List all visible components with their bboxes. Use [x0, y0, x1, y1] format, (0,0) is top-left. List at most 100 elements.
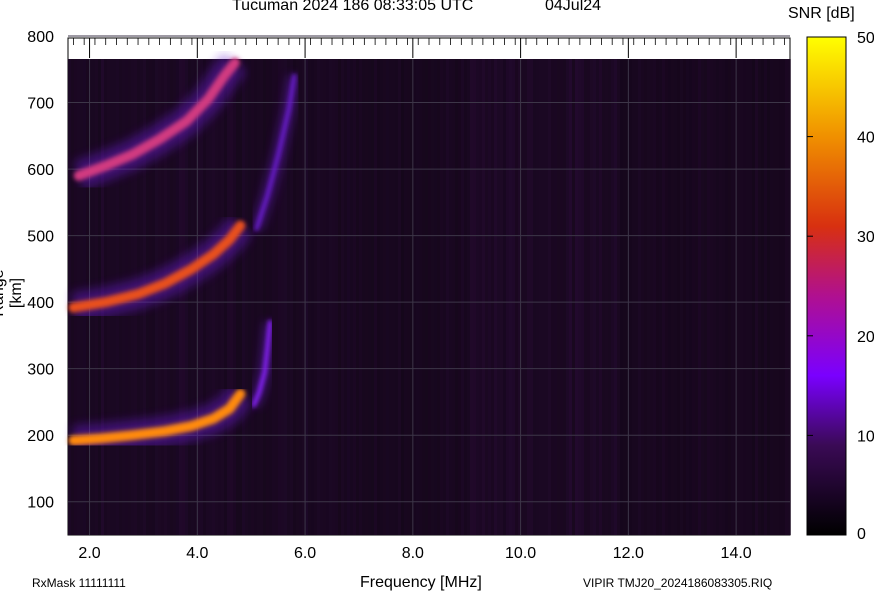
noise-column [767, 59, 770, 535]
noise-column [563, 59, 566, 535]
ionogram-chart: 2.0 4.0 6.0 8.0 10.0 12.0 14.0 100200300400500… [27, 29, 874, 562]
noise-column [740, 59, 743, 535]
noise-column [539, 59, 542, 535]
noise-column [257, 59, 260, 535]
noise-column [725, 59, 728, 535]
noise-column [200, 59, 203, 535]
noise-column [494, 59, 497, 535]
noise-column [572, 59, 575, 535]
noise-column [320, 59, 323, 535]
noise-column [746, 59, 749, 535]
noise-column [662, 59, 665, 535]
noise-column [548, 59, 551, 535]
noise-column [482, 59, 485, 535]
x-tick-label: 8.0 [402, 545, 424, 562]
noise-column [545, 59, 548, 535]
noise-column [635, 59, 638, 535]
noise-column [743, 59, 746, 535]
x-tick-label: 14.0 [721, 545, 752, 562]
x-tick-label: 12.0 [613, 545, 644, 562]
noise-column [308, 59, 311, 535]
noise-column [719, 59, 722, 535]
noise-column [602, 59, 605, 535]
noise-column [707, 59, 710, 535]
noise-column [404, 59, 407, 535]
x-tick-label: 4.0 [186, 545, 208, 562]
noise-column [731, 59, 734, 535]
noise-column [344, 59, 347, 535]
noise-column [248, 59, 251, 535]
noise-column [632, 59, 635, 535]
noise-column [224, 59, 227, 535]
noise-column [641, 59, 644, 535]
noise-column [368, 59, 371, 535]
noise-column [509, 59, 512, 535]
noise-column [356, 59, 359, 535]
noise-column [335, 59, 338, 535]
noise-column [527, 59, 530, 535]
noise-column [497, 59, 500, 535]
noise-column [644, 59, 647, 535]
noise-column [542, 59, 545, 535]
y-tick-label: 100 [27, 495, 54, 512]
noise-column [581, 59, 584, 535]
noise-column [698, 59, 701, 535]
noise-column [710, 59, 713, 535]
y-tick-label: 700 [27, 96, 54, 113]
noise-column [362, 59, 365, 535]
noise-column [233, 59, 236, 535]
noise-column [515, 59, 518, 535]
noise-column [323, 59, 326, 535]
noise-column [449, 59, 452, 535]
colorbar-tick-label: 0 [857, 526, 866, 543]
noise-column [251, 59, 254, 535]
colorbar-tick-label: 40 [857, 130, 874, 147]
noise-column [269, 59, 272, 535]
x-tick-label: 6.0 [294, 545, 316, 562]
noise-column [554, 59, 557, 535]
x-tick-label: 2.0 [78, 545, 100, 562]
noise-column [530, 59, 533, 535]
noise-column [464, 59, 467, 535]
noise-column [752, 59, 755, 535]
noise-column [314, 59, 317, 535]
noise-column [296, 59, 299, 535]
noise-column [617, 59, 620, 535]
noise-column [653, 59, 656, 535]
noise-column [677, 59, 680, 535]
noise-column [458, 59, 461, 535]
noise-column [236, 59, 239, 535]
noise-column [440, 59, 443, 535]
noise-column [359, 59, 362, 535]
noise-column [437, 59, 440, 535]
noise-column [557, 59, 560, 535]
noise-column [674, 59, 677, 535]
noise-column [203, 59, 206, 535]
y-tick-label: 300 [27, 362, 54, 379]
noise-column [524, 59, 527, 535]
noise-column [392, 59, 395, 535]
y-tick-label: 500 [27, 229, 54, 246]
noise-column [749, 59, 752, 535]
noise-column [605, 59, 608, 535]
noise-column [419, 59, 422, 535]
noise-column [659, 59, 662, 535]
noise-column [776, 59, 779, 535]
noise-column [671, 59, 674, 535]
noise-column [389, 59, 392, 535]
noise-column [290, 59, 293, 535]
colorbar-tick-label: 50 [857, 30, 874, 47]
noise-column [692, 59, 695, 535]
noise-column [479, 59, 482, 535]
noise-column [374, 59, 377, 535]
noise-column [590, 59, 593, 535]
noise-column [329, 59, 332, 535]
noise-column [596, 59, 599, 535]
noise-column [293, 59, 296, 535]
noise-column [461, 59, 464, 535]
noise-column [485, 59, 488, 535]
noise-column [365, 59, 368, 535]
noise-column [689, 59, 692, 535]
noise-column [608, 59, 611, 535]
noise-column [758, 59, 761, 535]
